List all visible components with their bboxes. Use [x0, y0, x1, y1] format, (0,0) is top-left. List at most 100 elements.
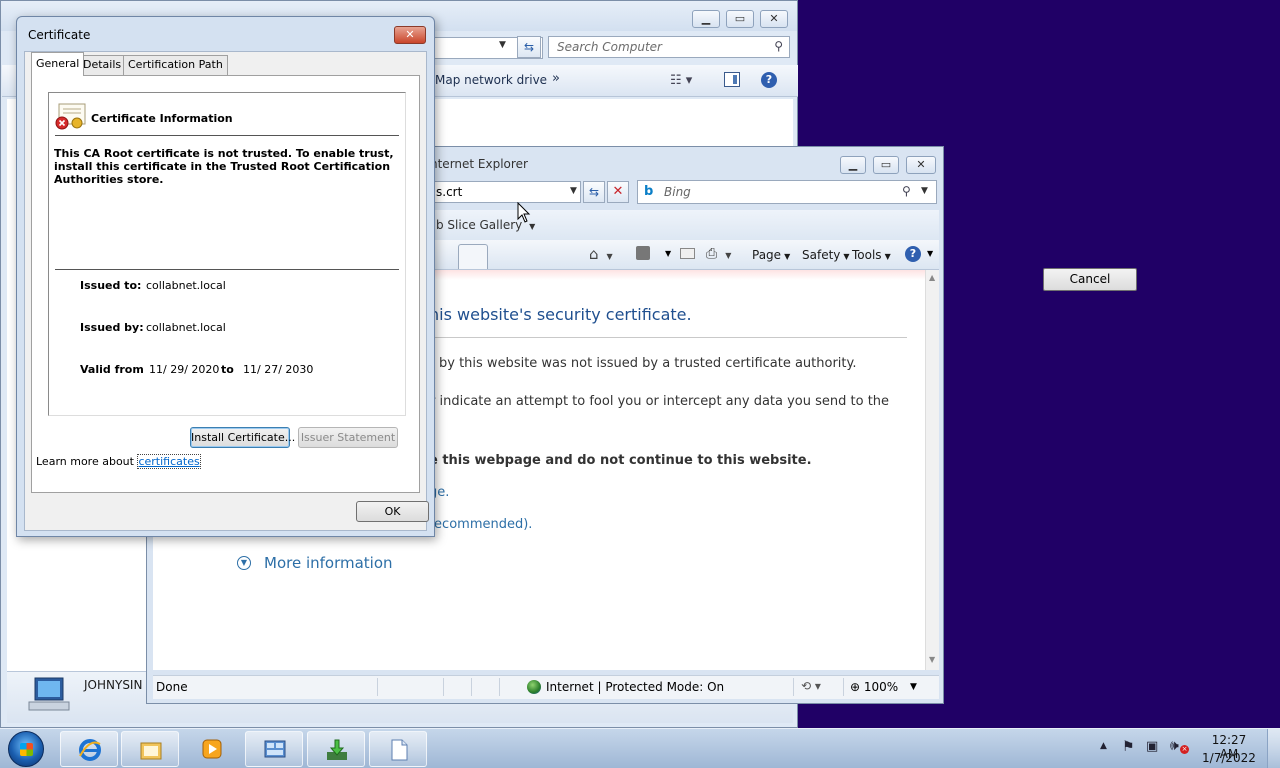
volume-icon[interactable]: 🕪 [1170, 738, 1179, 754]
clock-date[interactable]: 1/7/2022 [1200, 751, 1258, 765]
chevron-down-icon[interactable]: ▼ [570, 186, 577, 196]
chevron-down-icon: ▼ [784, 252, 791, 261]
ie-maximize-button[interactable]: ▭ [873, 156, 899, 174]
scroll-down-icon[interactable]: ▼ [929, 655, 935, 664]
continue-to-website-link[interactable]: recommended). [429, 517, 532, 532]
preview-pane-icon[interactable] [724, 72, 740, 87]
expand-icon[interactable]: ▼ [237, 556, 251, 570]
tools-menu-label: Tools [852, 248, 882, 262]
issuer-statement-button: Issuer Statement [298, 427, 398, 448]
stop-icon[interactable]: ✕ [607, 181, 629, 203]
explorer-search-input[interactable]: Search Computer ⚲ [548, 36, 790, 58]
taskbar-notepad[interactable] [369, 731, 427, 767]
install-certificate-button[interactable]: Install Certificate... [190, 427, 295, 448]
close-icon[interactable]: ✕ [394, 26, 426, 44]
chevron-down-icon[interactable]: ▼ [499, 40, 513, 54]
map-network-drive-button[interactable]: Map network drive [435, 73, 547, 87]
chevron-down-icon[interactable]: ▼ [665, 249, 671, 258]
explorer-minimize-button[interactable]: ▁ [692, 10, 720, 28]
ie-status-bar: Done Internet | Protected Mode: On ⟲ ▾ ⊕… [153, 675, 939, 699]
more-information-link[interactable]: More information [264, 554, 393, 572]
scroll-up-icon[interactable]: ▲ [929, 273, 935, 282]
certificate-info-title: Certificate Information [91, 112, 233, 125]
issued-to-label: Issued to: [80, 279, 142, 292]
valid-to-label: to [221, 363, 234, 376]
valid-from-label: Valid from [80, 363, 144, 376]
valid-from-value: 11/ 29/ 2020 [149, 363, 220, 376]
tab-details[interactable]: Details [78, 55, 127, 75]
ie-window-title: nternet Explorer [430, 157, 528, 171]
explorer-maximize-button[interactable]: ▭ [726, 10, 754, 28]
chevron-down-icon[interactable]: ▼ [910, 682, 917, 692]
certificates-link[interactable]: certificates [137, 454, 201, 469]
zoom-level[interactable]: ⊕ 100% [850, 680, 898, 694]
document-icon [391, 739, 408, 761]
chevron-down-icon[interactable]: ▼ [927, 249, 933, 258]
explorer-close-button[interactable]: ✕ [760, 10, 788, 28]
home-icon[interactable]: ⌂ ▼ [589, 245, 613, 263]
show-desktop-button[interactable] [1267, 729, 1280, 768]
security-zone[interactable]: Internet | Protected Mode: On [546, 680, 724, 694]
search-icon[interactable]: ⚲ [774, 39, 783, 53]
ie-address-bar[interactable]: s.crt ▼ [431, 181, 581, 203]
status-text: Done [156, 680, 188, 694]
ok-button[interactable]: OK [356, 501, 429, 522]
certificate-error-icon [55, 103, 86, 130]
dialog-title: Certificate [28, 28, 91, 42]
trust-warning-message: This CA Root certificate is not trusted.… [54, 147, 394, 186]
action-center-flag-icon[interactable]: ⚑ [1122, 739, 1135, 755]
taskbar-control-panel[interactable] [245, 731, 303, 767]
taskbar-windows-explorer[interactable] [121, 731, 179, 767]
toolbar-more-button[interactable]: » [552, 71, 560, 86]
print-icon[interactable]: ⎙ ▼ [706, 246, 731, 262]
error-heading: his website's security certificate. [429, 305, 692, 324]
internet-explorer-icon [79, 739, 101, 761]
protected-mode-icon[interactable]: ⟲ ▾ [801, 679, 821, 693]
issued-by-label: Issued by: [80, 321, 144, 334]
safety-menu-label: Safety [802, 248, 841, 262]
help-icon[interactable]: ? [761, 72, 777, 88]
tab-certification-path[interactable]: Certification Path [123, 55, 228, 75]
status-divider [843, 678, 844, 696]
general-tab-panel: Certificate Information This CA Root cer… [31, 75, 420, 493]
cancel-button[interactable]: Cancel [1043, 268, 1137, 291]
learn-more-text: Learn more about certificates [36, 454, 201, 469]
zoom-value: 100% [863, 680, 899, 694]
search-icon[interactable]: ⚲ [902, 184, 911, 198]
download-icon [327, 739, 347, 760]
start-button[interactable] [8, 731, 44, 767]
tools-menu[interactable]: Tools ▼ [852, 248, 891, 262]
taskbar-media-player[interactable] [183, 731, 241, 767]
mail-icon[interactable] [680, 248, 695, 259]
new-tab[interactable] [458, 244, 488, 269]
network-icon[interactable]: ▣ [1146, 739, 1158, 754]
tab-general[interactable]: General [31, 52, 85, 76]
issued-by-value: collabnet.local [146, 321, 226, 334]
search-placeholder: Bing [664, 185, 691, 199]
taskbar-downloads[interactable] [307, 731, 365, 767]
taskbar: ▲ ⚑ ▣ 🕪 × 12:27 AM 1/7/2022 [0, 728, 1280, 768]
divider [429, 337, 907, 338]
page-menu[interactable]: Page ▼ [752, 248, 790, 262]
safety-menu[interactable]: Safety ▼ [802, 248, 850, 262]
page-menu-label: Page [752, 248, 782, 262]
change-view-icon[interactable]: ☷ ▾ [670, 73, 692, 88]
ie-search-input[interactable]: b Bing ⚲ ▼ [637, 180, 937, 204]
issued-to-value: collabnet.local [146, 279, 226, 292]
globe-icon [527, 680, 541, 694]
chevron-down-icon[interactable]: ▼ [921, 186, 928, 196]
refresh-icon[interactable]: ⇆ [583, 181, 605, 203]
show-hidden-icons-icon[interactable]: ▲ [1100, 741, 1107, 751]
vertical-scrollbar[interactable]: ▲ ▼ [925, 270, 939, 670]
ie-close-button[interactable]: ✕ [906, 156, 936, 174]
refresh-icon[interactable]: ⇆ [517, 36, 541, 58]
taskbar-internet-explorer[interactable] [60, 731, 118, 767]
ie-minimize-button[interactable]: ▁ [840, 156, 866, 174]
feeds-icon[interactable] [636, 246, 650, 260]
chevron-down-icon: ▼ [843, 252, 850, 261]
muted-badge-icon: × [1180, 745, 1189, 754]
help-icon[interactable]: ? [905, 246, 921, 262]
computer-icon [28, 677, 70, 711]
bing-logo-icon: b [644, 184, 654, 199]
mouse-cursor-icon [517, 202, 531, 223]
